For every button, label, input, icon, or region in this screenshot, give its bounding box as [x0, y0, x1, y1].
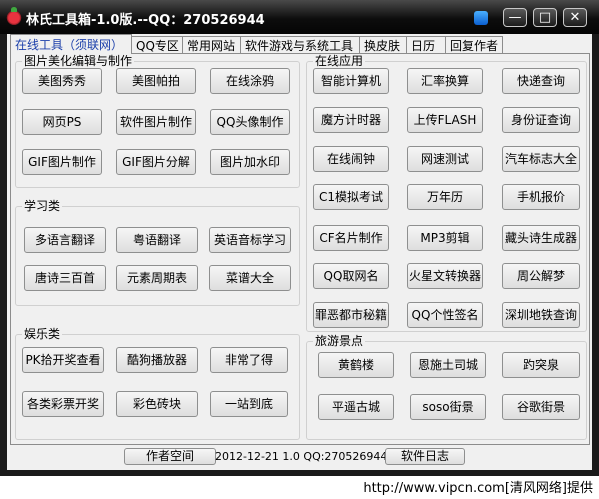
tool-button[interactable]: QQ取网名	[313, 263, 389, 289]
tool-button[interactable]: 身份证查询	[502, 107, 580, 133]
tool-button[interactable]: 各类彩票开奖	[22, 391, 104, 417]
group-image-editing: 图片美化编辑与制作 美图秀秀 美图帕拍 在线涂鸦 网页PS 软件图片制作 QQ头…	[15, 54, 300, 188]
group-travel: 旅游景点 黄鹤楼 恩施土司城 趵突泉 平遥古城 soso街景 谷歌街景	[306, 334, 587, 440]
tool-button[interactable]: GIF图片制作	[22, 149, 102, 175]
tool-button[interactable]: 网速测试	[407, 146, 483, 172]
tool-button[interactable]: 万年历	[407, 184, 483, 210]
tool-button[interactable]: soso街景	[410, 394, 486, 420]
watermark-text: http://www.vipcn.com[清风网络]提供	[363, 481, 593, 496]
tool-button[interactable]: 软件图片制作	[116, 109, 196, 135]
tool-button[interactable]: 深圳地铁查询	[502, 302, 580, 328]
tab-qq-zone[interactable]: QQ专区	[131, 36, 183, 54]
tool-button[interactable]: 一站到底	[210, 391, 288, 417]
tab-common-sites[interactable]: 常用网站	[182, 36, 241, 54]
status-bar: 作者空间 2012-12-21 1.0 QQ:270526944 软件日志	[10, 447, 590, 467]
tool-button[interactable]: 魔方计时器	[313, 107, 389, 133]
tool-button[interactable]: 谷歌街景	[502, 394, 580, 420]
online-tools-panel: 图片美化编辑与制作 美图秀秀 美图帕拍 在线涂鸦 网页PS 软件图片制作 QQ头…	[10, 53, 590, 445]
tool-button[interactable]: 非常了得	[210, 347, 288, 373]
group-online-apps: 在线应用 智能计算机 汇率换算 快递查询 魔方计时器 上传FLASH 身份证查询…	[306, 54, 587, 332]
tool-button[interactable]: 智能计算机	[313, 68, 389, 94]
tab-software-games[interactable]: 软件游戏与系统工具	[240, 36, 360, 54]
tab-change-skin[interactable]: 换皮肤	[359, 36, 407, 54]
group-title: 娱乐类	[22, 327, 63, 341]
skin-icon[interactable]	[474, 8, 488, 26]
tool-button[interactable]: 快递查询	[502, 68, 580, 94]
group-title: 旅游景点	[313, 334, 366, 348]
tool-button[interactable]: 手机报价	[502, 184, 580, 210]
tool-button[interactable]: 罪恶都市秘籍	[313, 302, 389, 328]
tool-button[interactable]: PK拾开奖查看	[22, 347, 104, 373]
tab-strip: 在线工具（须联网） QQ专区 常用网站 软件游戏与系统工具 换皮肤 日历 回复作…	[10, 34, 503, 54]
window-title: 林氏工具箱-1.0版.--QQ：270526944	[26, 13, 265, 28]
group-title: 图片美化编辑与制作	[22, 54, 135, 68]
group-title: 在线应用	[313, 54, 366, 68]
title-bar[interactable]: 林氏工具箱-1.0版.--QQ：270526944 — □ ✕	[0, 0, 599, 34]
close-button[interactable]: ✕	[563, 8, 587, 27]
group-entertainment: 娱乐类 PK拾开奖查看 酷狗播放器 非常了得 各类彩票开奖 彩色砖块 一站到底	[15, 327, 300, 440]
tool-button[interactable]: QQ个性签名	[407, 302, 483, 328]
tool-button[interactable]: 图片加水印	[210, 149, 290, 175]
tool-button[interactable]: 多语言翻译	[24, 227, 106, 253]
tool-button[interactable]: 菜谱大全	[209, 265, 291, 291]
tool-button[interactable]: 上传FLASH	[407, 107, 483, 133]
tool-button[interactable]: 火星文转换器	[407, 263, 483, 289]
version-info: 2012-12-21 1.0 QQ:270526944	[215, 450, 388, 463]
tool-button[interactable]: 网页PS	[22, 109, 102, 135]
tool-button[interactable]: 黄鹤楼	[318, 352, 394, 378]
tool-button[interactable]: 美图秀秀	[22, 68, 102, 94]
software-log-button[interactable]: 软件日志	[385, 448, 465, 465]
tab-reply-author[interactable]: 回复作者	[445, 36, 503, 54]
tool-button[interactable]: QQ头像制作	[210, 109, 290, 135]
app-logo-icon	[6, 7, 22, 25]
tool-button[interactable]: 藏头诗生成器	[502, 225, 580, 251]
client-area: 在线工具（须联网） QQ专区 常用网站 软件游戏与系统工具 换皮肤 日历 回复作…	[7, 34, 592, 470]
tool-button[interactable]: 在线涂鸦	[210, 68, 290, 94]
tool-button[interactable]: 酷狗播放器	[116, 347, 198, 373]
tool-button[interactable]: C1模拟考试	[313, 184, 389, 210]
tool-button[interactable]: 汽车标志大全	[502, 146, 580, 172]
tab-online-tools[interactable]: 在线工具（须联网）	[10, 34, 132, 54]
group-title: 学习类	[22, 199, 63, 213]
tab-calendar[interactable]: 日历	[406, 36, 446, 54]
app-window: 林氏工具箱-1.0版.--QQ：270526944 — □ ✕ 在线工具（须联网…	[0, 0, 599, 476]
group-study: 学习类 多语言翻译 粤语翻译 英语音标学习 唐诗三百首 元素周期表 菜谱大全	[15, 199, 300, 306]
tool-button[interactable]: 英语音标学习	[209, 227, 291, 253]
tool-button[interactable]: 平遥古城	[318, 394, 394, 420]
tool-button[interactable]: 恩施土司城	[410, 352, 486, 378]
tool-button[interactable]: 趵突泉	[502, 352, 580, 378]
tool-button[interactable]: MP3剪辑	[407, 225, 483, 251]
maximize-button[interactable]: □	[533, 8, 557, 27]
minimize-button[interactable]: —	[503, 8, 527, 27]
tool-button[interactable]: CF名片制作	[313, 225, 389, 251]
tool-button[interactable]: 唐诗三百首	[24, 265, 106, 291]
author-space-button[interactable]: 作者空间	[124, 448, 216, 465]
tool-button[interactable]: GIF图片分解	[116, 149, 196, 175]
tool-button[interactable]: 周公解梦	[502, 263, 580, 289]
tool-button[interactable]: 元素周期表	[116, 265, 198, 291]
tool-button[interactable]: 在线闹钟	[313, 146, 389, 172]
tool-button[interactable]: 美图帕拍	[116, 68, 196, 94]
tool-button[interactable]: 粤语翻译	[116, 227, 198, 253]
tool-button[interactable]: 彩色砖块	[116, 391, 198, 417]
tool-button[interactable]: 汇率换算	[407, 68, 483, 94]
